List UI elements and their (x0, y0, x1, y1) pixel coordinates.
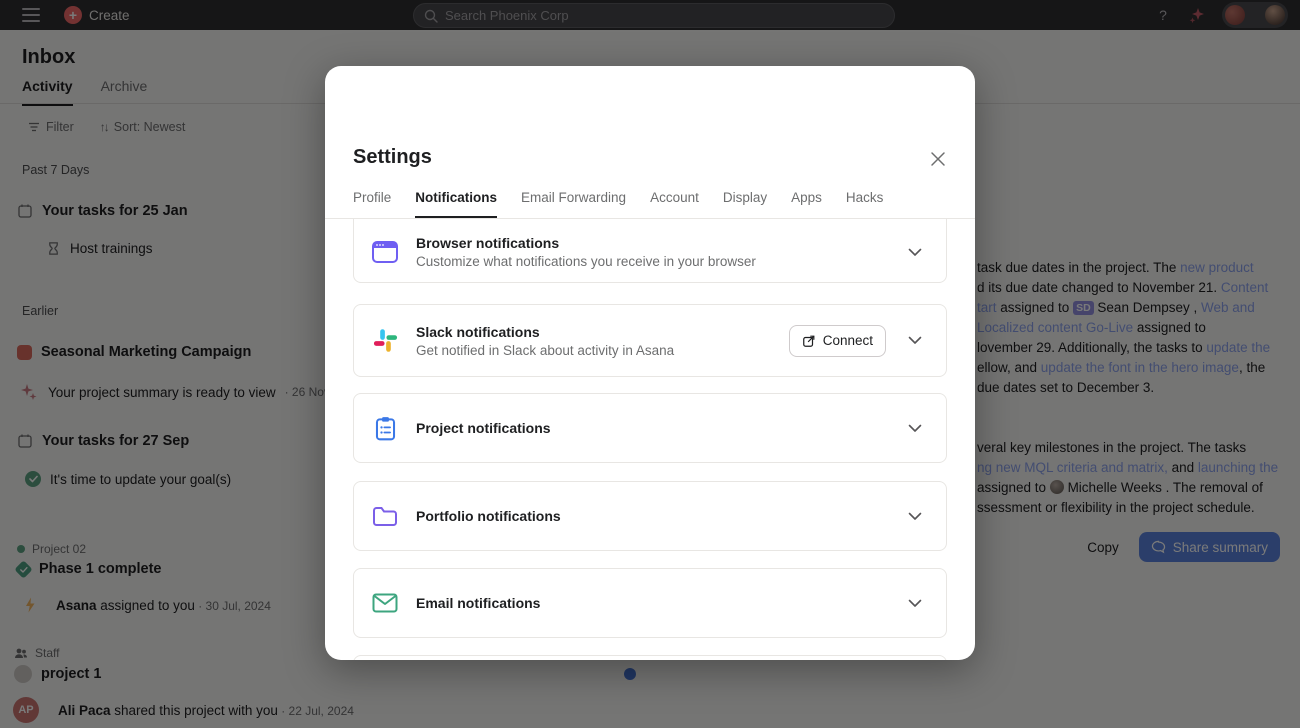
tab-hacks[interactable]: Hacks (846, 179, 884, 218)
card-title: Browser notifications (416, 235, 890, 251)
close-icon[interactable] (929, 150, 947, 168)
chevron-down-icon[interactable] (908, 599, 922, 608)
card-subtitle: Get notified in Slack about activity in … (416, 343, 771, 358)
browser-notifications-card[interactable]: Browser notifications Customize what not… (353, 218, 947, 283)
project-icon (375, 416, 396, 441)
slack-icon (373, 328, 398, 353)
do-not-disturb-card[interactable]: zZ Do not disturb (353, 655, 947, 660)
settings-modal: Settings Profile Notifications Email For… (325, 66, 975, 660)
email-notifications-card[interactable]: Email notifications (353, 568, 947, 638)
settings-scroll-area[interactable]: Browser notifications Customize what not… (325, 218, 975, 660)
portfolio-notifications-card[interactable]: Portfolio notifications (353, 481, 947, 551)
tab-notifications[interactable]: Notifications (415, 179, 497, 218)
tab-email-forwarding[interactable]: Email Forwarding (521, 179, 626, 218)
chevron-down-icon[interactable] (908, 424, 922, 433)
connect-button[interactable]: Connect (789, 325, 886, 357)
card-subtitle: Customize what notifications you receive… (416, 254, 890, 269)
connect-label: Connect (823, 333, 873, 348)
tab-display[interactable]: Display (723, 179, 767, 218)
card-title: Slack notifications (416, 324, 771, 340)
browser-icon (372, 241, 398, 263)
portfolio-icon (372, 506, 398, 527)
tab-account[interactable]: Account (650, 179, 699, 218)
slack-notifications-card[interactable]: Slack notifications Get notified in Slac… (353, 304, 947, 377)
tab-profile[interactable]: Profile (353, 179, 391, 218)
email-icon (372, 593, 398, 613)
chevron-down-icon[interactable] (908, 512, 922, 521)
chevron-down-icon[interactable] (908, 248, 922, 257)
modal-title: Settings (353, 146, 432, 169)
project-notifications-card[interactable]: Project notifications (353, 393, 947, 463)
tab-apps[interactable]: Apps (791, 179, 822, 218)
card-title: Project notifications (416, 420, 890, 436)
settings-tabs: Profile Notifications Email Forwarding A… (353, 179, 883, 218)
card-title: Email notifications (416, 595, 890, 611)
chevron-down-icon[interactable] (908, 336, 922, 345)
external-link-icon (802, 334, 816, 348)
card-title: Portfolio notifications (416, 508, 890, 524)
